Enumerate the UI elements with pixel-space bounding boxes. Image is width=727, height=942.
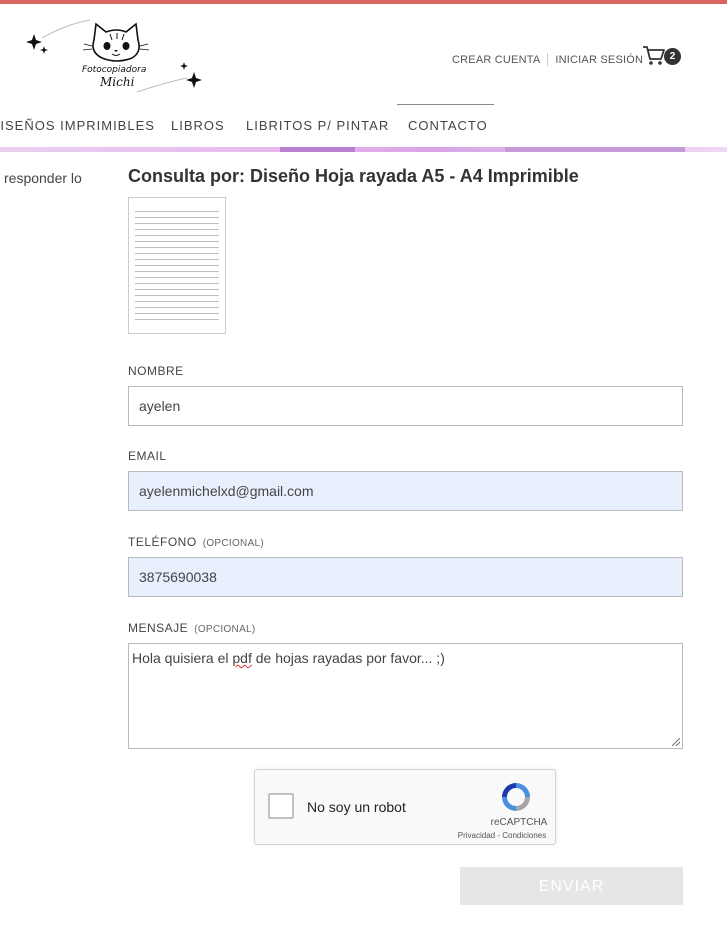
recaptcha-label: No soy un robot xyxy=(307,799,406,815)
mensaje-textarea[interactable]: Hola quisiera el pdf de hojas rayadas po… xyxy=(128,643,683,749)
recaptcha-brand: reCAPTCHA xyxy=(490,817,548,828)
cart-count-badge: 2 xyxy=(664,48,681,65)
sidebar-text: responder lo xyxy=(4,170,82,186)
brand-name-line1: Fotocopiadora xyxy=(82,65,146,75)
brand-name-line2: Michi xyxy=(99,75,135,89)
optional-tag: (OPCIONAL) xyxy=(194,624,256,635)
email-input[interactable]: ayelenmichelxd@gmail.com xyxy=(128,471,683,511)
nav-item-disenos-imprimibles[interactable]: DISEÑOS IMPRIMIBLES xyxy=(0,118,155,133)
banner-stripe xyxy=(280,147,355,152)
submit-button[interactable]: ENVIAR xyxy=(460,867,683,905)
product-thumbnail xyxy=(128,197,226,334)
recaptcha-widget: No soy un robot reCAPTCHA Privacidad - C… xyxy=(254,769,556,845)
shopping-cart-icon xyxy=(643,46,665,65)
telefono-label: TELÉFONO (OPCIONAL) xyxy=(128,535,265,549)
telefono-input[interactable]: 3875690038 xyxy=(128,557,683,597)
account-separator xyxy=(547,53,549,66)
recaptcha-checkbox[interactable] xyxy=(268,793,294,819)
recaptcha-terms-links[interactable]: Privacidad - Condiciones xyxy=(451,831,553,840)
nav-item-contacto[interactable]: CONTACTO xyxy=(408,118,488,133)
nombre-label: NOMBRE xyxy=(128,364,184,378)
email-label: EMAIL xyxy=(128,449,167,463)
message-text-part: Hola quisiera el xyxy=(132,650,233,666)
login-link[interactable]: INICIAR SESIÓN xyxy=(555,54,643,66)
optional-tag: (OPCIONAL) xyxy=(202,538,265,549)
mensaje-label: MENSAJE (OPCIONAL) xyxy=(128,621,256,635)
michi-cat-logo[interactable]: Fotocopiadora Michi xyxy=(22,16,212,98)
cart-button[interactable]: 2 xyxy=(642,45,682,69)
message-text-part: de hojas rayadas por favor... ;) xyxy=(251,650,445,666)
banner-stripe xyxy=(505,147,685,152)
decorative-banner-strip xyxy=(0,147,727,152)
account-links: CREAR CUENTA INICIAR SESIÓN xyxy=(452,53,643,66)
nav-active-top-line xyxy=(397,104,494,105)
page-title: Consulta por: Diseño Hoja rayada A5 - A4… xyxy=(128,166,579,186)
recaptcha-logo-icon xyxy=(502,783,530,811)
resize-handle-icon[interactable] xyxy=(672,738,680,746)
create-account-link[interactable]: CREAR CUENTA xyxy=(452,54,540,66)
ruled-lines-image xyxy=(135,206,219,325)
nombre-input[interactable]: ayelen xyxy=(128,386,683,426)
nav-item-libros[interactable]: LIBROS xyxy=(171,118,225,133)
site-header: Fotocopiadora Michi CREAR CUENTA INICIAR… xyxy=(0,4,727,148)
nav-item-libritos-pintar[interactable]: LIBRITOS P/ PINTAR xyxy=(246,118,389,133)
misspelled-word: pdf xyxy=(232,650,252,666)
